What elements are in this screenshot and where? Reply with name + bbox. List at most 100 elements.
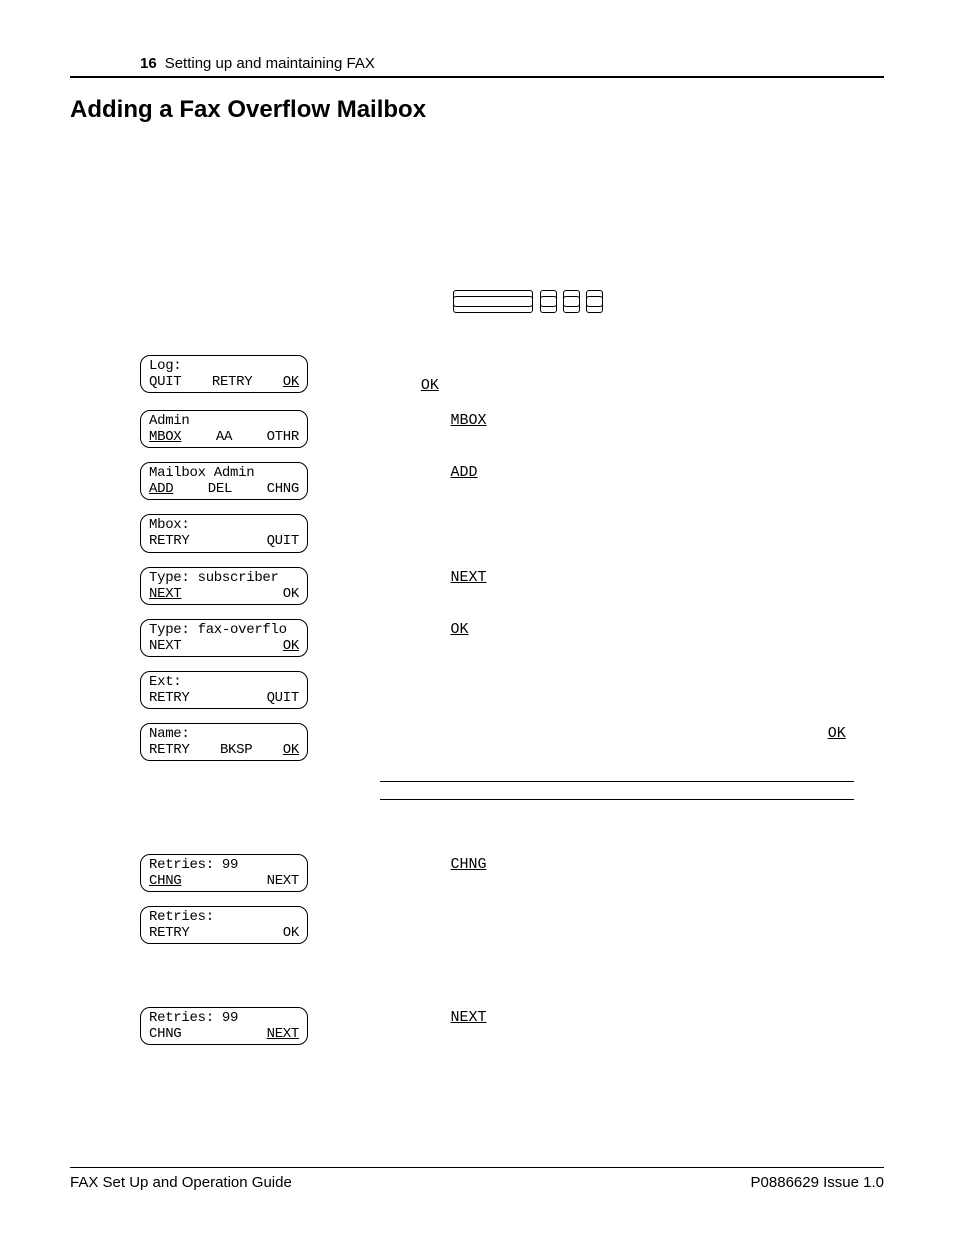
note-text: This is a field of up to 16 characters. …: [380, 793, 847, 847]
lcd-line1: Type: fax-overflo: [149, 622, 299, 638]
step-text-post: .: [846, 724, 850, 741]
lcd-display: Ext:RETRY QUIT: [140, 671, 308, 709]
softkey-label: CHNG: [451, 856, 487, 873]
page-footer: FAX Set Up and Operation Guide P0886629 …: [70, 1167, 884, 1191]
step-number: 6.: [380, 567, 408, 587]
lcd-softkey[interactable]: RETRY: [212, 374, 253, 390]
lcd-softkey-row: RETRY OK: [149, 925, 299, 941]
lcd-softkey[interactable]: OK: [283, 374, 299, 390]
step-text: Press: [408, 855, 451, 872]
step-text-post: .: [439, 376, 443, 393]
lcd-softkey[interactable]: OK: [283, 925, 299, 941]
step-text-post: .: [487, 568, 491, 585]
step-text-post: .: [487, 411, 491, 428]
lcd-line1: Retries:: [149, 909, 299, 925]
step-number: 9.: [380, 723, 408, 743]
step-text: Enter the destination extension.: [408, 672, 618, 689]
step-text: Enter the Fax Overflow Mailbox number.: [408, 515, 676, 532]
lcd-softkey[interactable]: QUIT: [267, 533, 299, 549]
step-row: Type: subscriberNEXT OK 6.Press NEXT.: [70, 567, 884, 605]
lcd-line1: Retries: 99: [149, 857, 299, 873]
step-text: Enter the number of times the system wil…: [380, 907, 846, 965]
lcd-display: Type: fax-overfloNEXT OK: [140, 619, 308, 657]
step-number: 12.: [380, 1007, 408, 1027]
lcd-display: Type: subscriberNEXT OK: [140, 567, 308, 605]
lcd-display: Retries:RETRY OK: [140, 906, 308, 944]
lcd-softkey[interactable]: AA: [216, 429, 232, 445]
step-number: 5.: [380, 514, 408, 534]
instruction: 2.Enter the System Coordinator Mailbox n…: [330, 355, 884, 397]
step-row: Retries: 99CHNGNEXT10.Press CHNG to chan…: [70, 854, 884, 892]
instruction: 6.Press NEXT.: [330, 567, 884, 588]
instruction: 10.Press CHNG to change the number of re…: [330, 854, 884, 875]
lcd-softkey[interactable]: OTHR: [267, 429, 299, 445]
step-row: Name:RETRYBKSPOK9.Enter the mailbox owne…: [70, 723, 884, 761]
page-header: 16 Setting up and maintaining FAX: [70, 55, 884, 78]
lcd-softkey[interactable]: NEXT: [149, 638, 181, 654]
lcd-softkey[interactable]: NEXT: [267, 873, 299, 889]
step-text: Enter the System Coordinator Mailbox num…: [380, 356, 852, 393]
step-row-visible: 1.Press: [70, 290, 884, 310]
lcd-line1: Admin: [149, 413, 299, 429]
lcd-softkey-row: NEXT OK: [149, 586, 299, 602]
lcd-softkey-row: CHNG NEXT: [149, 873, 299, 889]
lcd-softkey[interactable]: OK: [283, 586, 299, 602]
step-row: Ext:RETRY QUIT 8.Enter the destination ext…: [70, 671, 884, 709]
lcd-softkey[interactable]: BKSP: [220, 742, 252, 758]
step-list-2: Retries: 99CHNGNEXT10.Press CHNG to chan…: [70, 854, 884, 1045]
lcd-softkey[interactable]: DEL: [208, 481, 232, 497]
step-text: Press: [408, 463, 451, 480]
digit-key[interactable]: [563, 290, 580, 307]
lcd-softkey[interactable]: NEXT: [267, 1026, 299, 1042]
step-text: Press: [408, 1008, 451, 1025]
lcd-softkey[interactable]: QUIT: [149, 374, 181, 390]
lcd-softkey-row: ADD DEL CHNG: [149, 481, 299, 497]
step-row: Retries: 99CHNGNEXT12.Press NEXT.: [70, 1007, 884, 1045]
footer-left: FAX Set Up and Operation Guide: [70, 1174, 292, 1191]
step-row: Mbox:RETRY QUIT 5.Enter the Fax Overflow M…: [70, 514, 884, 552]
footer-right: P0886629 Issue 1.0: [751, 1174, 884, 1191]
lcd-softkey[interactable]: OK: [283, 638, 299, 654]
lcd-softkey[interactable]: MBOX: [149, 429, 181, 445]
lcd-line1: Name:: [149, 726, 299, 742]
lcd-softkey[interactable]: CHNG: [149, 873, 181, 889]
step-list: Log:QUITRETRYOK2.Enter the System Coordi…: [70, 355, 884, 762]
instruction: 8.Enter the destination extension.: [330, 671, 884, 691]
lcd-softkey[interactable]: CHNG: [149, 1026, 181, 1042]
lcd-softkey[interactable]: NEXT: [149, 586, 181, 602]
chapter-title: Setting up and maintaining FAX: [165, 55, 375, 72]
lcd-display: Mbox:RETRY QUIT: [140, 514, 308, 552]
lcd-softkey[interactable]: QUIT: [267, 690, 299, 706]
lcd-softkey[interactable]: RETRY: [149, 742, 190, 758]
step-number: 10.: [380, 854, 408, 874]
step-number: 7.: [380, 619, 408, 639]
lcd-softkey-row: RETRY QUIT: [149, 690, 299, 706]
lcd-line1: Mbox:: [149, 517, 299, 533]
intro-space: [70, 146, 884, 296]
step-row: Type: fax-overfloNEXT OK 7.Press OK.: [70, 619, 884, 657]
step-text-post: .: [487, 1008, 491, 1025]
instruction: 7.Press OK.: [330, 619, 884, 640]
step-number: 8.: [380, 671, 408, 691]
lcd-display: Mailbox AdminADDDELCHNG: [140, 462, 308, 500]
lcd-softkey[interactable]: ADD: [149, 481, 173, 497]
lcd-line1: Log:: [149, 358, 299, 374]
instruction: 12.Press NEXT.: [330, 1007, 884, 1028]
lcd-softkey[interactable]: RETRY: [149, 925, 190, 941]
lcd-softkey[interactable]: RETRY: [149, 690, 190, 706]
lcd-line1: Ext:: [149, 674, 299, 690]
digit-key[interactable]: [586, 290, 603, 307]
note-block: Note: This is a field of up to 16 charac…: [380, 781, 854, 849]
lcd-softkey[interactable]: RETRY: [149, 533, 190, 549]
digit-key[interactable]: [540, 290, 557, 307]
softkey-label: OK: [828, 725, 846, 742]
lcd-softkey[interactable]: CHNG: [267, 481, 299, 497]
lcd-softkey[interactable]: OK: [283, 742, 299, 758]
step-row: Mailbox AdminADDDELCHNG4.Press ADD.: [70, 462, 884, 500]
softkey-label: MBOX: [451, 412, 487, 429]
feature-key[interactable]: [453, 290, 533, 307]
lcd-softkey-row: RETRY QUIT: [149, 533, 299, 549]
step-number: 3.: [380, 410, 408, 430]
lcd-line1: Type: subscriber: [149, 570, 299, 586]
lcd-line1: Retries: 99: [149, 1010, 299, 1026]
